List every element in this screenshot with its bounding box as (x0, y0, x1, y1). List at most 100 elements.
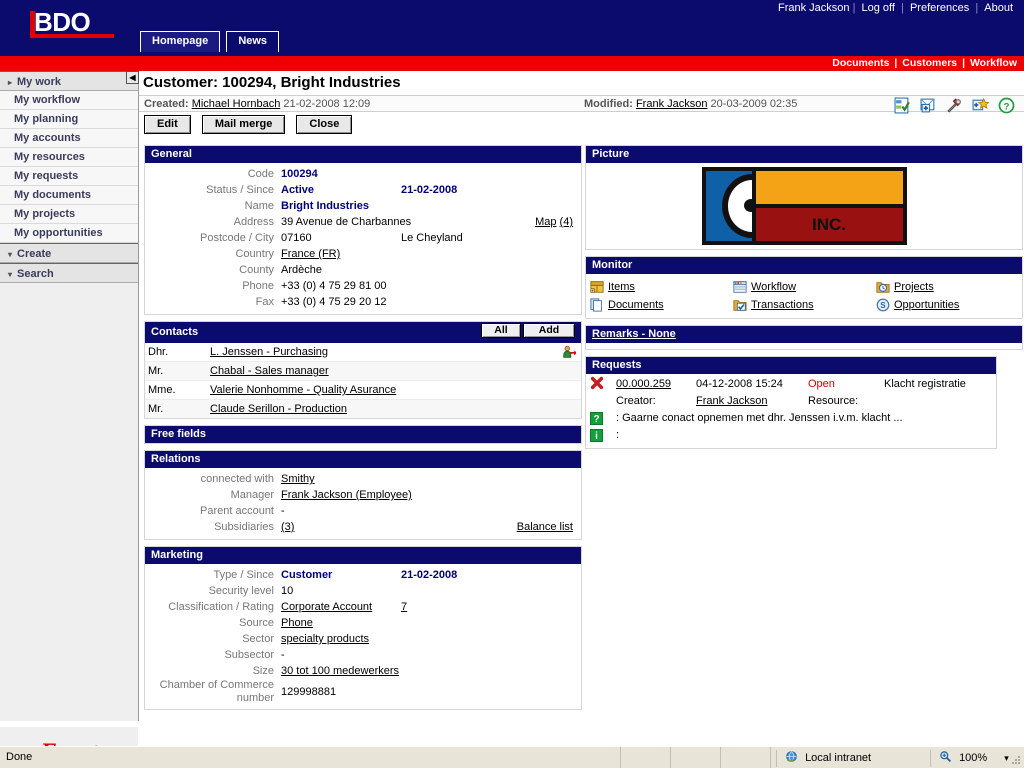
edit-button[interactable]: Edit (144, 115, 191, 134)
subsidiaries-link[interactable]: (3) (281, 521, 294, 533)
field-row: Country France (FR) (145, 246, 581, 262)
document-list-icon (733, 281, 747, 293)
contact-name-link[interactable]: Chabal - Sales manager (210, 365, 329, 377)
monitor-label[interactable]: Items (608, 278, 635, 296)
contacts-add-button[interactable]: Add (523, 323, 575, 338)
resize-grip-icon[interactable] (1010, 754, 1022, 766)
contact-row[interactable]: Mr. Claude Serillon - Production (145, 400, 581, 418)
sidebar-group-search[interactable]: ▾ Search (0, 263, 138, 283)
close-button[interactable]: Close (296, 115, 353, 134)
rating-link[interactable]: 7 (401, 601, 407, 613)
modified-info: Modified: Frank Jackson 20-03-2009 02:35 (584, 98, 797, 110)
created-info: Created: Michael Hornbach 21-02-2008 12:… (144, 98, 370, 110)
contacts-all-button[interactable]: All (481, 323, 521, 338)
monitor-link-items[interactable]: Items (590, 278, 733, 296)
monitor-link-workflow[interactable]: Workflow (733, 278, 876, 296)
field-row: Postcode / City 07160 Le Cheyland (145, 230, 581, 246)
security-zone[interactable]: Local intranet (776, 750, 916, 767)
sidebar-item-my-opportunities[interactable]: My opportunities (0, 224, 138, 243)
zoom-dropdown-arrow[interactable]: ▾ (1004, 753, 1009, 763)
contact-name-link[interactable]: L. Jenssen - Purchasing (210, 346, 328, 358)
sidebar-item-my-documents[interactable]: My documents (0, 186, 138, 205)
sidebar-item-my-accounts[interactable]: My accounts (0, 129, 138, 148)
request-meta-row: Creator: Frank Jackson Resource: (586, 393, 996, 410)
mail-merge-button[interactable]: Mail merge (201, 115, 286, 134)
modified-by-link[interactable]: Frank Jackson (636, 98, 708, 110)
field-row: Subsidiaries (3) Balance list (145, 519, 581, 535)
sidebar-item-my-resources[interactable]: My resources (0, 148, 138, 167)
preferences-link[interactable]: Preferences (907, 2, 972, 14)
manager-link[interactable]: Frank Jackson (Employee) (281, 489, 412, 501)
country-link[interactable]: France (FR) (281, 248, 340, 260)
request-row[interactable]: 00.000.259 04-12-2008 15:24 Open Klacht … (586, 376, 996, 393)
monitor-label[interactable]: Documents (608, 296, 664, 314)
top-navigation: Frank Jackson | Log off | Preferences | … (778, 2, 1016, 14)
tab-news[interactable]: News (226, 31, 280, 52)
map-count-link[interactable]: (4) (560, 216, 573, 228)
monitor-label[interactable]: Projects (894, 278, 934, 296)
sidebar-item-my-projects[interactable]: My projects (0, 205, 138, 224)
contact-row[interactable]: Mr. Chabal - Sales manager (145, 362, 581, 381)
size-link[interactable]: 30 tot 100 medewerkers (281, 665, 399, 677)
connected-with-link[interactable]: Smithy (281, 473, 315, 485)
picture-panel-body: INC. (586, 163, 1022, 249)
request-id-link[interactable]: 00.000.259 (616, 378, 671, 390)
monitor-panel-title: Monitor (586, 257, 1022, 274)
currency-icon: S (876, 298, 890, 312)
marketing-panel-body: Type / Since Customer 21-02-2008 Security … (145, 564, 581, 709)
checklist-icon[interactable] (894, 97, 911, 114)
tools-icon[interactable] (946, 97, 963, 114)
monitor-link-projects[interactable]: Projects (876, 278, 1019, 296)
main-content: Customer: 100294, Bright Industries Crea… (139, 71, 1024, 745)
favorites-star-icon[interactable] (972, 97, 990, 114)
field-row: Status / Since Active 21-02-2008 (145, 182, 581, 198)
source-link[interactable]: Phone (281, 617, 313, 629)
monitor-label[interactable]: Transactions (751, 296, 814, 314)
tab-homepage[interactable]: Homepage (140, 31, 221, 52)
sector-link[interactable]: specialty products (281, 633, 369, 645)
module-link-workflow[interactable]: Workflow (968, 57, 1019, 69)
remarks-link[interactable]: Remarks - None (592, 328, 676, 340)
module-link-customers[interactable]: Customers (900, 57, 959, 69)
contact-salutation: Mr. (148, 365, 164, 377)
monitor-link-transactions[interactable]: Transactions (733, 296, 876, 314)
monitor-panel-body: Items Workflow Projects Documents Transa… (586, 274, 1022, 318)
sidebar-group-my-work[interactable]: ▸ My work ◀ (0, 71, 139, 91)
field-row: Phone +33 (0) 4 75 29 81 00 (145, 278, 581, 294)
sidebar-item-my-requests[interactable]: My requests (0, 167, 138, 186)
contact-name-link[interactable]: Valerie Nonhomme - Quality Asurance (210, 384, 396, 396)
about-link[interactable]: About (981, 2, 1016, 14)
contact-row[interactable]: Mme. Valerie Nonhomme - Quality Asurance (145, 381, 581, 400)
field-label: connected with (200, 473, 274, 485)
status-text: Done (6, 751, 33, 763)
created-by-link[interactable]: Michael Hornbach (192, 98, 281, 110)
sidebar-group-create[interactable]: ▾ Create (0, 243, 138, 263)
map-link[interactable]: Map (535, 216, 556, 228)
creator-link[interactable]: Frank Jackson (696, 395, 768, 407)
help-icon[interactable]: ? (998, 97, 1015, 114)
contact-name-link[interactable]: Claude Serillon - Production (210, 403, 347, 415)
monitor-link-documents[interactable]: Documents (590, 296, 733, 314)
module-link-documents[interactable]: Documents (830, 57, 891, 69)
monitor-link-opportunities[interactable]: S Opportunities (876, 296, 1019, 314)
request-info-row: i : (586, 427, 996, 444)
field-label: Status / Since (206, 184, 274, 196)
zoom-level: 100% (959, 752, 988, 764)
monitor-label[interactable]: Workflow (751, 278, 796, 296)
sidebar-item-my-planning[interactable]: My planning (0, 110, 138, 129)
table-icon (590, 281, 604, 293)
sidebar-collapse-button[interactable]: ◀ (126, 71, 139, 84)
folder-clock-icon (876, 282, 890, 293)
monitor-label[interactable]: Opportunities (894, 296, 959, 314)
sidebar-item-my-workflow[interactable]: My workflow (0, 91, 138, 110)
new-window-icon[interactable] (920, 97, 937, 114)
contact-person-icon[interactable] (562, 345, 576, 359)
classification-link[interactable]: Corporate Account (281, 601, 372, 613)
logoff-link[interactable]: Log off (859, 2, 898, 14)
contact-row[interactable]: Dhr. L. Jenssen - Purchasing (145, 343, 581, 362)
field-label: Chamber of Commerce number (159, 679, 274, 704)
right-column: Picture INC. Monitor Items Workflow Proj… (585, 145, 1023, 455)
field-value: Ardèche (281, 264, 322, 276)
field-label: Postcode / City (200, 232, 274, 244)
balance-list-link[interactable]: Balance list (517, 521, 573, 533)
